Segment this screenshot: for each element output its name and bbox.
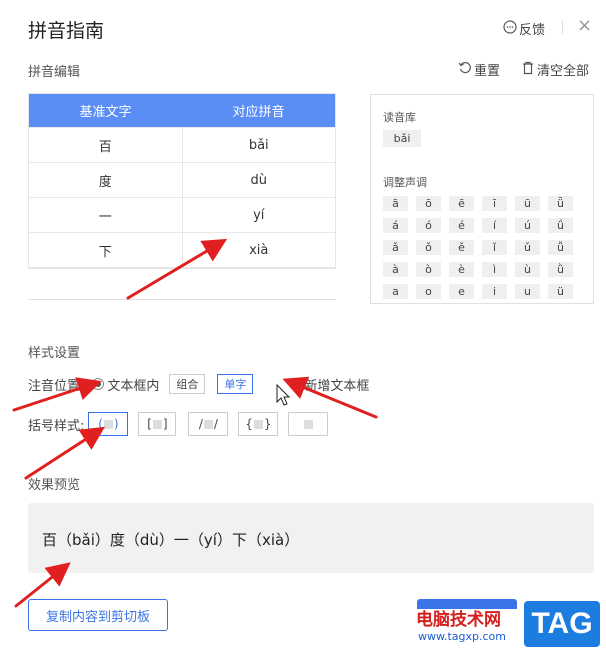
cell-pinyin[interactable]: xià xyxy=(183,233,336,267)
copy-to-clipboard-button[interactable]: 复制内容到剪切板 xyxy=(28,599,168,631)
tone-button[interactable]: i xyxy=(482,284,507,299)
tone-button[interactable]: ó xyxy=(416,218,441,233)
tone-button[interactable]: ī xyxy=(482,196,507,211)
position-options: 注音位置: 文本框内 组合 单字 新增文本框 xyxy=(28,374,369,394)
cell-pinyin[interactable]: dù xyxy=(183,163,336,197)
tone-label: 调整声调 xyxy=(383,176,427,189)
reading-library-panel: 读音库 bǎi 调整声调 āōēīūǖ áóéíúǘ ǎǒěǐǔǚ àòèìùǜ aoe… xyxy=(370,94,594,304)
placeholder-icon xyxy=(152,419,162,429)
feedback-label: 反馈 xyxy=(519,23,546,38)
watermark-tag-logo: TAG xyxy=(524,601,600,647)
cell-text[interactable]: 下 xyxy=(29,233,183,267)
tone-button[interactable]: à xyxy=(383,262,408,277)
tone-button[interactable]: ò xyxy=(416,262,441,277)
option-inline[interactable]: 文本框内 xyxy=(92,375,159,394)
tone-button[interactable]: ü xyxy=(548,284,573,299)
library-label: 读音库 xyxy=(383,111,416,124)
combine-button[interactable]: 组合 xyxy=(169,374,206,394)
preview-box: 百（bǎi）度（dù）一（yí）下（xià） xyxy=(28,503,594,573)
radio-inline[interactable] xyxy=(92,378,105,390)
table-divider xyxy=(28,299,336,300)
tone-button[interactable]: a xyxy=(383,284,408,299)
tone-button[interactable]: ū xyxy=(515,196,540,211)
bracket-label: 括号样式: xyxy=(28,418,85,434)
tone-button[interactable]: é xyxy=(449,218,474,233)
tone-button[interactable]: ē xyxy=(449,196,474,211)
option-new-box[interactable]: 新增文本框 xyxy=(289,375,369,394)
option-new-box-label: 新增文本框 xyxy=(304,378,370,394)
table-row[interactable]: 百 bǎi xyxy=(29,127,335,162)
dialog-title: 拼音指南 xyxy=(28,20,105,42)
bracket-curly-button[interactable]: {} xyxy=(238,412,279,436)
tone-button[interactable]: ā xyxy=(383,196,408,211)
reset-button[interactable]: 重置 xyxy=(458,60,500,79)
tone-button[interactable]: ǚ xyxy=(548,240,573,255)
trash-icon xyxy=(521,61,535,79)
preview-section-label: 效果预览 xyxy=(28,478,81,493)
placeholder-icon xyxy=(203,419,213,429)
column-header-pinyin: 对应拼音 xyxy=(232,105,285,120)
placeholder-icon xyxy=(303,419,313,429)
reset-label: 重置 xyxy=(474,64,501,79)
reading-chip[interactable]: bǎi xyxy=(383,130,421,147)
radio-new-box[interactable] xyxy=(289,378,302,390)
cell-text[interactable]: 百 xyxy=(29,128,183,162)
reset-icon xyxy=(458,61,472,79)
pinyin-table: 基准文字 对应拼音 百 bǎi 度 dù 一 yí 下 xià xyxy=(28,93,336,269)
tone-button[interactable]: è xyxy=(449,262,474,277)
cell-text[interactable]: 度 xyxy=(29,163,183,197)
cell-pinyin[interactable]: bǎi xyxy=(183,128,336,162)
tone-button[interactable]: ǒ xyxy=(416,240,441,255)
tone-button[interactable]: ǘ xyxy=(548,218,573,233)
tone-button[interactable]: ǜ xyxy=(548,262,573,277)
tone-button[interactable]: ō xyxy=(416,196,441,211)
style-section-label: 样式设置 xyxy=(28,346,81,361)
tone-button[interactable]: ǐ xyxy=(482,240,507,255)
tone-button[interactable]: ú xyxy=(515,218,540,233)
tone-button[interactable]: o xyxy=(416,284,441,299)
tone-button[interactable]: ǖ xyxy=(548,196,573,211)
tone-button[interactable]: ì xyxy=(482,262,507,277)
table-header: 基准文字 对应拼音 xyxy=(29,94,335,127)
bracket-none-button[interactable] xyxy=(288,412,329,436)
tone-grid: āōēīūǖ áóéíúǘ ǎǒěǐǔǚ àòèìùǜ aoeiuü xyxy=(383,196,573,299)
editor-section-label: 拼音编辑 xyxy=(28,65,81,80)
feedback-button[interactable]: 反馈 xyxy=(503,19,545,38)
bracket-round-button[interactable]: () xyxy=(88,412,129,436)
table-row[interactable]: 下 xià xyxy=(29,232,335,267)
close-icon[interactable]: × xyxy=(577,17,592,35)
bracket-options: 括号样式: () [] / / {} xyxy=(28,412,329,436)
clear-all-button[interactable]: 清空全部 xyxy=(521,60,589,79)
placeholder-icon xyxy=(103,419,113,429)
tone-button[interactable]: ù xyxy=(515,262,540,277)
bracket-square-button[interactable]: [] xyxy=(138,412,177,436)
table-row[interactable]: 度 dù xyxy=(29,162,335,197)
table-row-empty[interactable] xyxy=(29,267,335,268)
cell-pinyin[interactable]: yí xyxy=(183,198,336,232)
clear-all-label: 清空全部 xyxy=(537,64,590,79)
header-divider xyxy=(562,20,563,34)
tone-button[interactable]: á xyxy=(383,218,408,233)
placeholder-icon xyxy=(253,419,263,429)
tone-button[interactable]: u xyxy=(515,284,540,299)
cell-text[interactable]: 一 xyxy=(29,198,183,232)
tone-button[interactable]: í xyxy=(482,218,507,233)
preview-text: 百（bǎi）度（dù）一（yí）下（xià） xyxy=(42,531,300,549)
arrow-to-bracket xyxy=(24,426,106,480)
tone-button[interactable]: ǎ xyxy=(383,240,408,255)
watermark-site-name: 电脑技术网 xyxy=(416,610,501,630)
table-row[interactable]: 一 yí xyxy=(29,197,335,232)
tone-button[interactable]: ǔ xyxy=(515,240,540,255)
bracket-slash-button[interactable]: / / xyxy=(188,412,229,436)
tone-button[interactable]: e xyxy=(449,284,474,299)
column-header-text: 基准文字 xyxy=(79,105,132,120)
option-inline-label: 文本框内 xyxy=(107,378,160,394)
watermark-url: www.tagxp.com xyxy=(418,630,506,643)
feedback-icon xyxy=(503,19,517,38)
position-label: 注音位置: xyxy=(28,378,85,394)
single-button[interactable]: 单字 xyxy=(217,374,254,394)
tone-button[interactable]: ě xyxy=(449,240,474,255)
